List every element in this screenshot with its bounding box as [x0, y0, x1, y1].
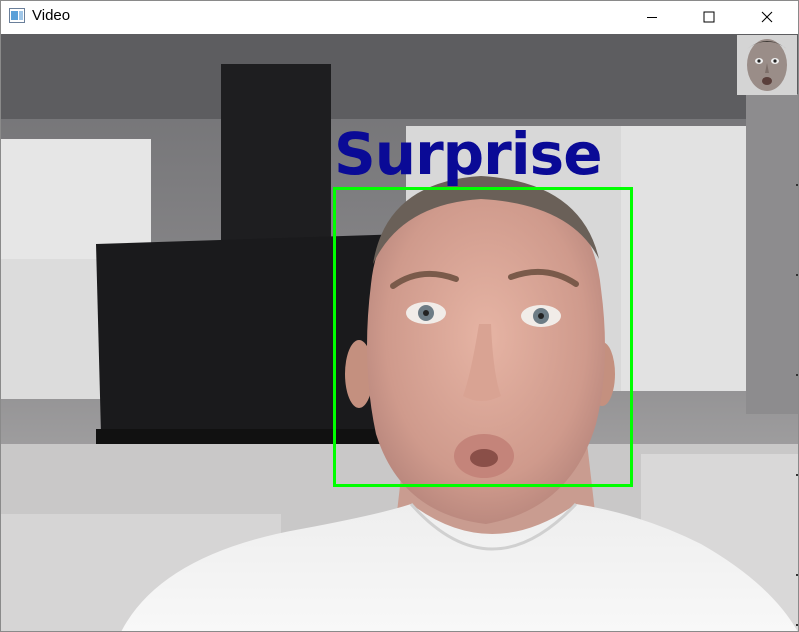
title-bar[interactable]: Video	[1, 1, 798, 32]
video-window: Video Surprise	[0, 0, 799, 632]
maximize-button[interactable]	[686, 1, 732, 32]
minimize-button[interactable]	[629, 1, 675, 32]
window-title: Video	[32, 7, 71, 24]
close-button[interactable]	[744, 1, 790, 32]
app-window-icon	[9, 8, 25, 23]
face-thumbnail	[737, 35, 797, 95]
maximize-icon	[703, 11, 715, 23]
close-icon	[761, 11, 773, 23]
webcam-video-frame: Surprise	[1, 34, 798, 631]
edge-tick-marks	[796, 184, 798, 626]
face-detection-box	[333, 187, 633, 487]
emotion-label: Surprise	[334, 120, 603, 188]
minimize-icon	[646, 11, 658, 23]
